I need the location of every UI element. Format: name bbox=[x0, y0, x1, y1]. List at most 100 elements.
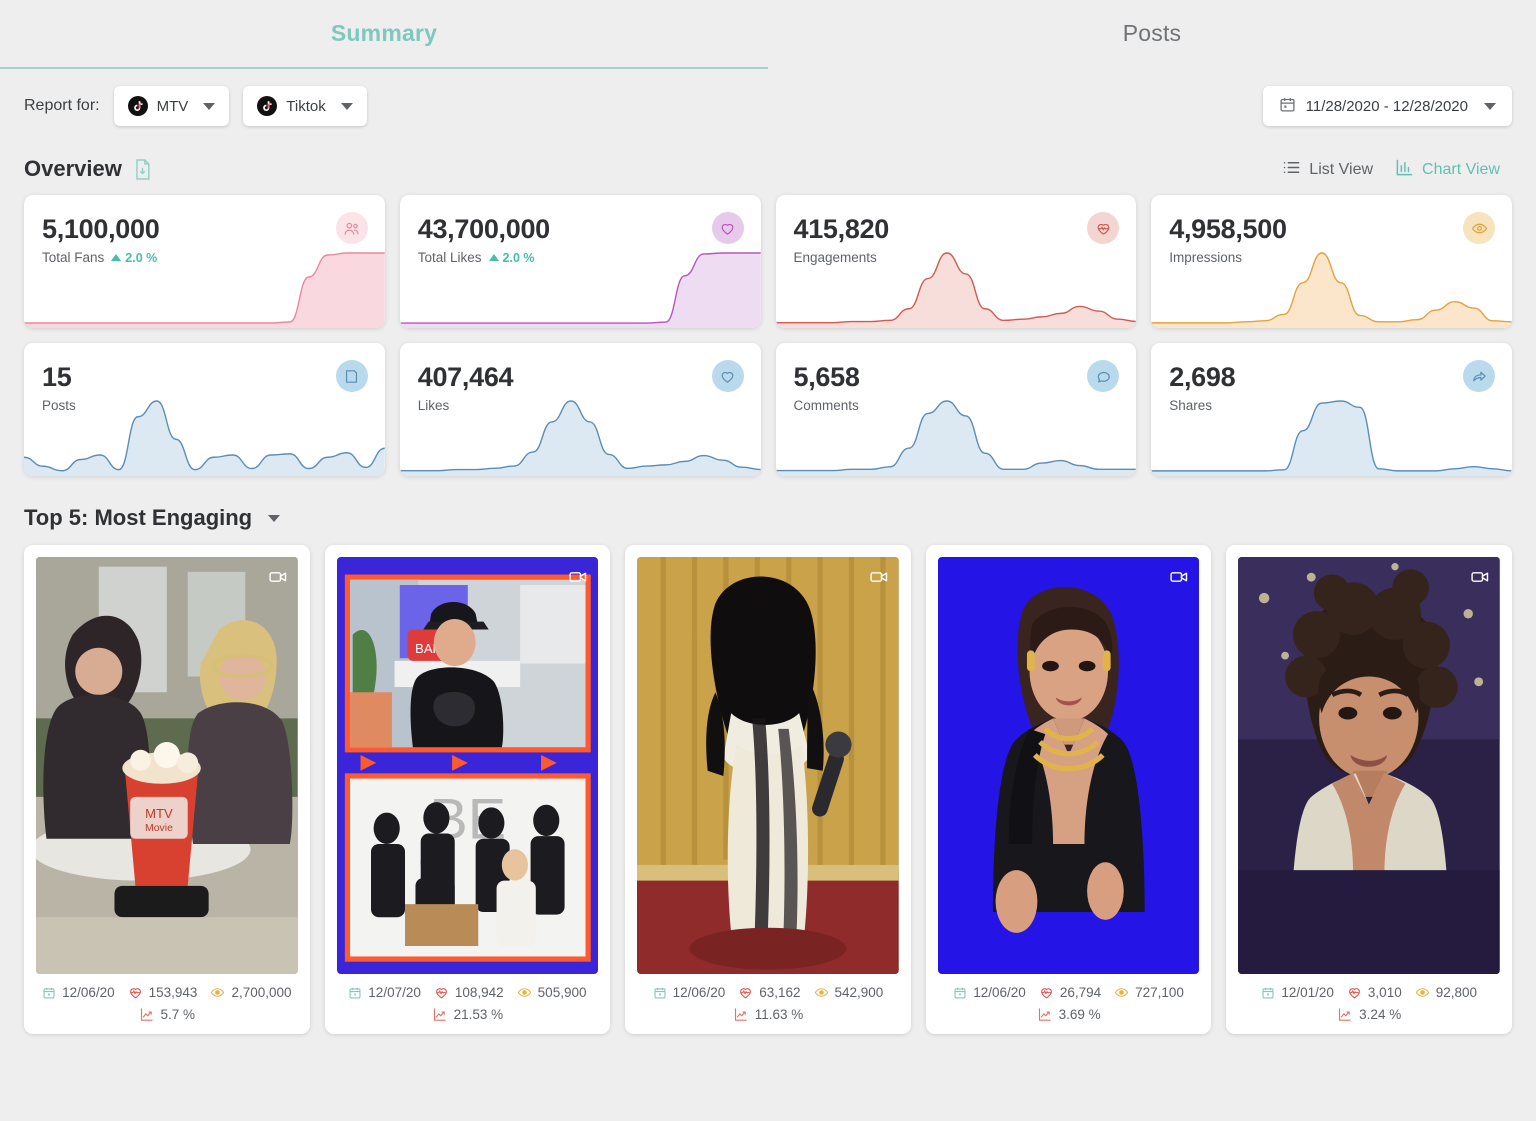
post-date: 12/06/20 bbox=[953, 985, 1026, 1000]
post-date-value: 12/06/20 bbox=[973, 985, 1026, 1000]
post-date-value: 12/06/20 bbox=[672, 985, 726, 1000]
heart-pulse-icon bbox=[1087, 212, 1120, 244]
post-date-value: 12/07/20 bbox=[368, 985, 421, 1000]
post-engagement-rate-value: 5.7 % bbox=[160, 1007, 196, 1022]
post-impressions-value: 505,900 bbox=[537, 985, 587, 1000]
post-thumbnail[interactable]: BAR BE bbox=[336, 557, 599, 974]
date-range-picker[interactable]: 11/28/2020 - 12/28/2020 bbox=[1262, 86, 1512, 126]
post-engagement-rate: 11.63 % bbox=[637, 1000, 899, 1022]
post-icon bbox=[335, 360, 368, 392]
list-icon bbox=[1282, 158, 1301, 182]
kpi-value: 407,464 bbox=[417, 362, 514, 392]
eye-icon bbox=[1463, 212, 1495, 244]
post-engagements: 153,943 bbox=[128, 985, 198, 1000]
post-engagements: 3,010 bbox=[1347, 985, 1402, 1000]
document-download-icon[interactable] bbox=[133, 158, 152, 181]
post-engagements: 26,794 bbox=[1039, 985, 1101, 1000]
chevron-down-icon bbox=[203, 102, 216, 110]
kpi-value: 4,958,500 bbox=[1169, 214, 1287, 244]
post-thumbnail[interactable] bbox=[637, 557, 899, 974]
post-thumbnail[interactable] bbox=[1238, 557, 1500, 974]
kpi-sparkline bbox=[24, 250, 385, 328]
post-engagements: 63,162 bbox=[738, 985, 801, 1000]
post-engagements-value: 108,942 bbox=[454, 985, 504, 1000]
view-toggle-chart[interactable]: Chart View bbox=[1395, 158, 1512, 182]
view-toggle-group: List View Chart View bbox=[1282, 158, 1512, 182]
date-range-value: 11/28/2020 - 12/28/2020 bbox=[1305, 97, 1468, 115]
kpi-card: 5,100,000 Total Fans 2.0 % bbox=[24, 195, 385, 328]
post-stats: 12/06/20 26,794 727,100 bbox=[938, 974, 1200, 1000]
post-engagement-rate: 3.69 % bbox=[938, 1000, 1200, 1022]
kpi-value: 5,100,000 bbox=[42, 214, 160, 244]
overview-header: Overview List View Chart View bbox=[0, 126, 1536, 182]
account-selector-mtv[interactable]: MTV bbox=[113, 86, 230, 126]
post-thumbnail[interactable] bbox=[937, 557, 1200, 974]
tiktok-icon bbox=[127, 96, 148, 116]
platform-selector-tiktok[interactable]: Tiktok bbox=[243, 86, 367, 126]
comment-icon bbox=[1087, 360, 1120, 392]
calendar-icon bbox=[1279, 96, 1296, 117]
heart-outline-icon bbox=[711, 360, 744, 392]
view-toggle-list[interactable]: List View bbox=[1282, 158, 1385, 182]
users-icon bbox=[335, 212, 368, 244]
kpi-sparkline bbox=[24, 398, 385, 476]
post-engagement-rate-value: 3.24 % bbox=[1359, 1007, 1402, 1022]
tab-posts[interactable]: Posts bbox=[768, 0, 1536, 67]
post-date: 12/06/20 bbox=[42, 985, 115, 1000]
tab-posts-label: Posts bbox=[1122, 20, 1182, 46]
kpi-sparkline bbox=[399, 398, 761, 476]
kpi-value: 415,820 bbox=[793, 214, 890, 244]
video-icon bbox=[1470, 567, 1490, 587]
post-card[interactable]: 12/06/20 26,794 727,100 3.69 % bbox=[925, 545, 1212, 1034]
video-icon bbox=[268, 567, 288, 587]
post-card[interactable]: 12/06/20 63,162 542,900 11.63 % bbox=[625, 545, 911, 1034]
svg-text:MTV: MTV bbox=[145, 806, 173, 821]
main-tabs: Summary Posts bbox=[0, 0, 1536, 67]
kpi-card: 2,698 Shares bbox=[1151, 343, 1512, 476]
kpi-card: 415,820 Engagements bbox=[775, 195, 1137, 328]
kpi-value: 2,698 bbox=[1169, 362, 1236, 392]
svg-text:Movie: Movie bbox=[145, 823, 173, 834]
post-engagement-rate-value: 21.53 % bbox=[453, 1007, 504, 1022]
share-icon bbox=[1463, 360, 1495, 392]
kpi-card: 5,658 Comments bbox=[775, 343, 1137, 476]
kpi-sparkline bbox=[775, 398, 1137, 476]
tab-summary-label: Summary bbox=[330, 20, 438, 46]
post-date: 12/06/20 bbox=[653, 985, 726, 1000]
video-icon bbox=[869, 567, 889, 587]
view-toggle-chart-label: Chart View bbox=[1422, 161, 1500, 178]
post-impressions-value: 727,100 bbox=[1135, 985, 1184, 1000]
post-impressions-value: 92,800 bbox=[1435, 985, 1478, 1000]
chevron-down-icon bbox=[340, 102, 353, 110]
kpi-card: 15 Posts bbox=[24, 343, 385, 476]
post-engagement-rate: 3.24 % bbox=[1238, 1000, 1500, 1022]
kpi-card: 43,700,000 Total Likes 2.0 % bbox=[399, 195, 761, 328]
kpi-sparkline bbox=[399, 250, 761, 328]
chevron-down-icon[interactable] bbox=[268, 514, 281, 522]
kpi-grid: 5,100,000 Total Fans 2.0 % 43,700,000 Total … bbox=[0, 182, 1536, 476]
post-card[interactable]: MTV Movie 12/06/20 153,943 2,700,000 5.7 % bbox=[24, 545, 310, 1034]
post-thumbnail[interactable]: MTV Movie bbox=[36, 557, 298, 974]
post-engagement-rate-value: 3.69 % bbox=[1058, 1007, 1101, 1022]
post-date-value: 12/06/20 bbox=[62, 985, 115, 1000]
post-card[interactable]: BAR BE 12/07/20 108,942 505,900 21.53 % bbox=[324, 545, 611, 1034]
post-impressions: 92,800 bbox=[1415, 985, 1477, 1000]
post-stats: 12/06/20 153,943 2,700,000 bbox=[36, 974, 298, 1000]
post-engagements-value: 3,010 bbox=[1367, 985, 1402, 1000]
post-engagements-value: 63,162 bbox=[759, 985, 801, 1000]
bar-chart-icon bbox=[1395, 158, 1414, 182]
post-engagement-rate: 5.7 % bbox=[36, 1000, 298, 1022]
video-icon bbox=[568, 567, 588, 587]
chevron-down-icon bbox=[1484, 102, 1496, 110]
top-posts-grid: MTV Movie 12/06/20 153,943 2,700,000 5.7 % BAR… bbox=[0, 531, 1536, 1034]
heart-icon bbox=[711, 212, 744, 244]
kpi-sparkline bbox=[1151, 398, 1512, 476]
post-card[interactable]: 12/01/20 3,010 92,800 3.24 % bbox=[1226, 545, 1512, 1034]
kpi-value: 15 bbox=[42, 362, 72, 392]
post-stats: 12/06/20 63,162 542,900 bbox=[637, 974, 899, 1000]
post-engagements-value: 153,943 bbox=[148, 985, 198, 1000]
overview-title: Overview bbox=[24, 156, 122, 181]
kpi-sparkline bbox=[1151, 250, 1512, 328]
tab-summary[interactable]: Summary bbox=[0, 0, 768, 67]
view-toggle-list-label: List View bbox=[1309, 161, 1374, 178]
